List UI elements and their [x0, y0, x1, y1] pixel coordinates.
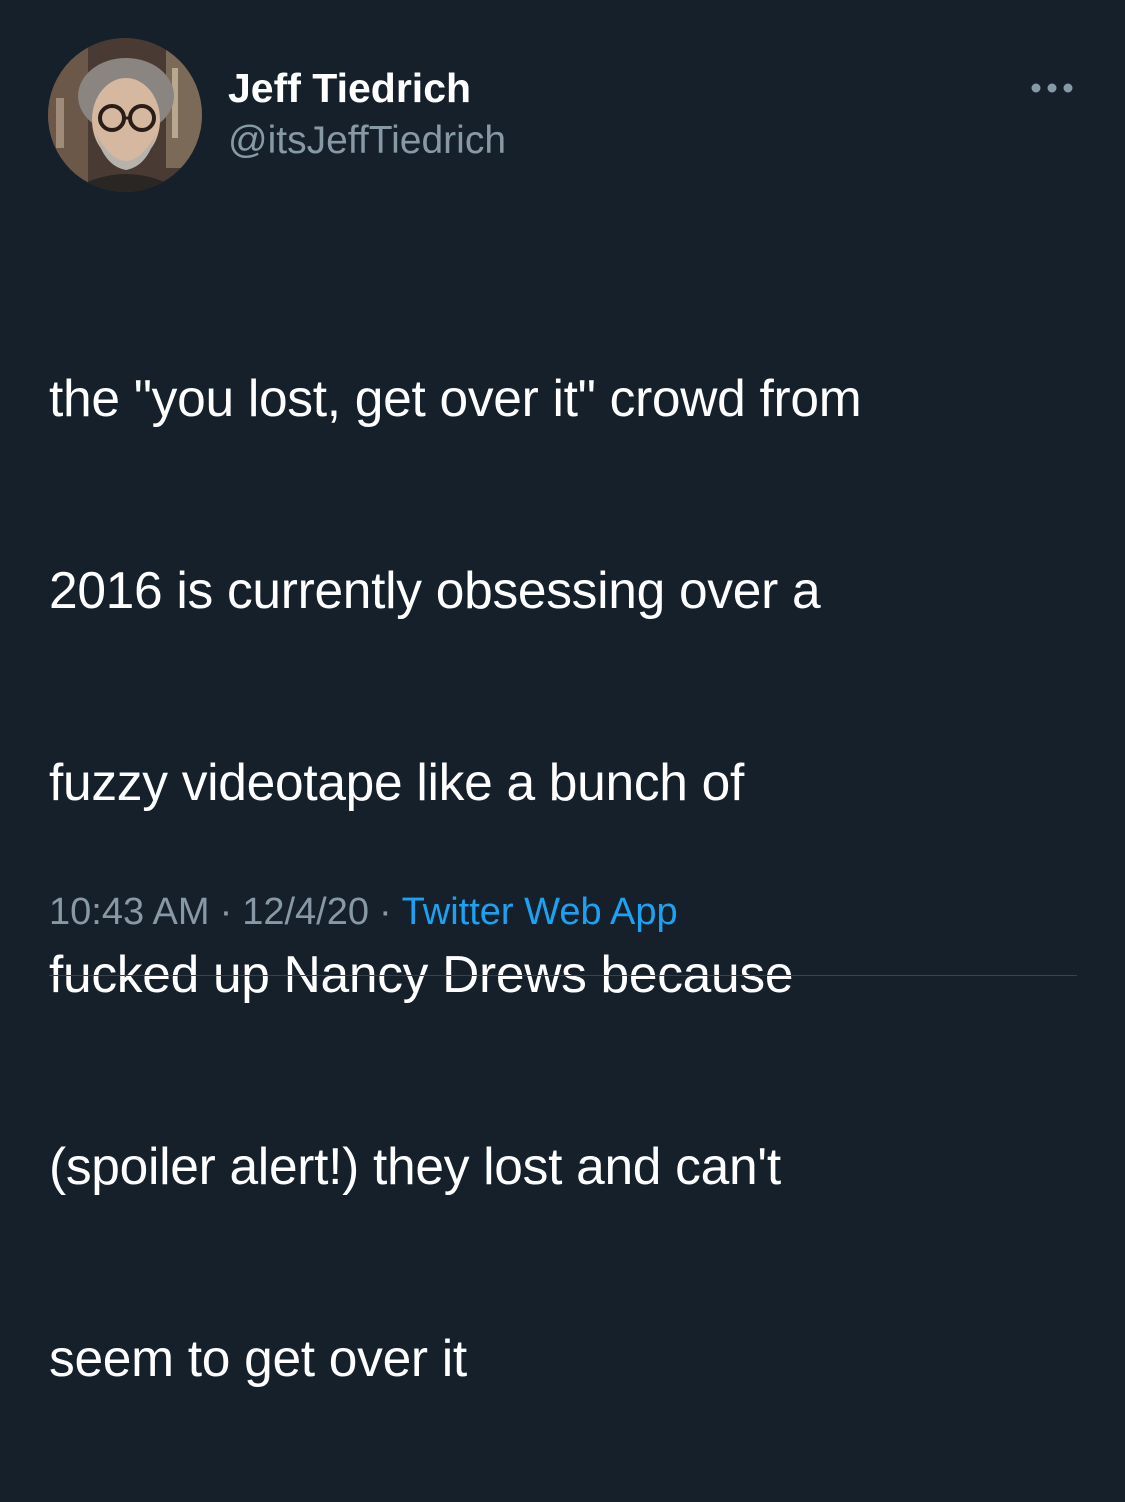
tweet-source-link[interactable]: Twitter Web App [402, 891, 678, 933]
tweet-line: fucked up Nancy Drews because [49, 945, 794, 1003]
tweet-line: the "you lost, get over it" crowd from [49, 369, 862, 427]
tweet-time[interactable]: 10:43 AM [49, 891, 210, 933]
tweet-date[interactable]: 12/4/20 [242, 891, 369, 933]
tweet-line: 2016 is currently obsessing over a [49, 561, 821, 619]
meta-separator: · [219, 891, 233, 933]
author-handle[interactable]: @itsJeffTiedrich [228, 116, 506, 166]
avatar[interactable] [48, 38, 202, 192]
tweet-meta: 10:43 AM · 12/4/20 · Twitter Web App [49, 884, 678, 940]
meta-separator: · [379, 891, 392, 933]
divider [49, 975, 1077, 976]
author-name[interactable]: Jeff Tiedrich [228, 62, 471, 114]
tweet-detail: Jeff Tiedrich @itsJeffTiedrich the "you … [0, 0, 1125, 1387]
tweet-line: fuzzy videotape like a bunch of [49, 753, 744, 811]
more-options-button[interactable] [1022, 72, 1082, 104]
avatar-photo [48, 38, 202, 192]
tweet-text: the "you lost, get over it" crowd from 2… [49, 254, 1089, 1502]
tweet-line: (spoiler alert!) they lost and can't [49, 1137, 781, 1195]
more-horizontal-icon [1031, 83, 1073, 93]
tweet-line: seem to get over it [49, 1329, 467, 1387]
